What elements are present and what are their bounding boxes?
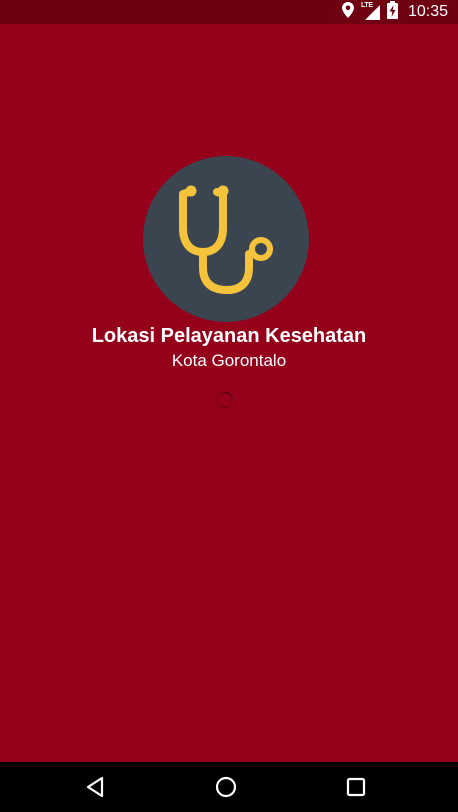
back-button[interactable] [84,775,108,799]
location-icon [341,1,355,24]
home-icon [215,776,237,798]
battery-icon [386,0,398,24]
loading-spinner [216,391,234,409]
status-icons: LTE 10:35 [341,0,448,24]
app-title: Lokasi Pelayanan Kesehatan [91,325,367,347]
app-logo [143,156,309,322]
signal-icon: LTE [361,2,381,21]
recents-button[interactable] [344,775,368,799]
app-subtitle: Kota Gorontalo [171,351,287,370]
splash-screen: Lokasi Pelayanan Kesehatan Kota Gorontal… [0,24,458,762]
navigation-bar [0,762,458,812]
back-icon [86,776,104,798]
status-time: 10:35 [407,3,448,20]
recents-icon [346,777,366,797]
stethoscope-icon [179,185,273,294]
status-bar: LTE 10:35 [0,0,458,24]
home-button[interactable] [214,775,238,799]
